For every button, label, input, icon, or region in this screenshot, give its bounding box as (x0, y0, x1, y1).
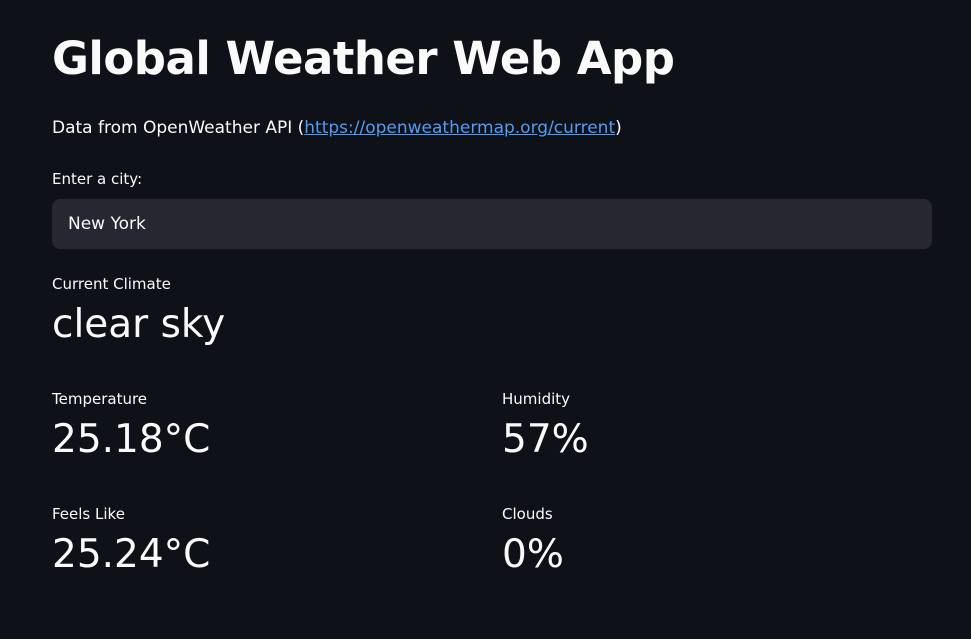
city-input[interactable] (52, 199, 932, 249)
feels-like-label: Feels Like (52, 505, 125, 523)
openweather-link[interactable]: https://openweathermap.org/current (304, 118, 615, 138)
data-source-prefix: Data from OpenWeather API ( (52, 118, 305, 138)
climate-label: Current Climate (52, 275, 171, 293)
data-source-suffix: ) (615, 118, 622, 138)
climate-metric: Current Climate clear sky (52, 274, 472, 350)
humidity-value: 57% (502, 417, 589, 462)
clouds-metric: Clouds 0% (502, 504, 922, 580)
clouds-label: Clouds (502, 505, 553, 523)
climate-value: clear sky (52, 302, 226, 347)
app-page: Global Weather Web App Data from OpenWea… (0, 0, 971, 639)
data-source-text: Data from OpenWeather API (https://openw… (52, 116, 622, 140)
feels-like-value: 25.24°C (52, 532, 211, 577)
temperature-label: Temperature (52, 390, 148, 408)
humidity-label: Humidity (502, 390, 571, 408)
humidity-metric: Humidity 57% (502, 389, 922, 465)
city-input-label: Enter a city: (52, 170, 143, 188)
temperature-metric: Temperature 25.18°C (52, 389, 472, 465)
feels-like-metric: Feels Like 25.24°C (52, 504, 472, 580)
temperature-value: 25.18°C (52, 417, 211, 462)
clouds-value: 0% (502, 532, 564, 577)
page-title: Global Weather Web App (52, 32, 675, 85)
